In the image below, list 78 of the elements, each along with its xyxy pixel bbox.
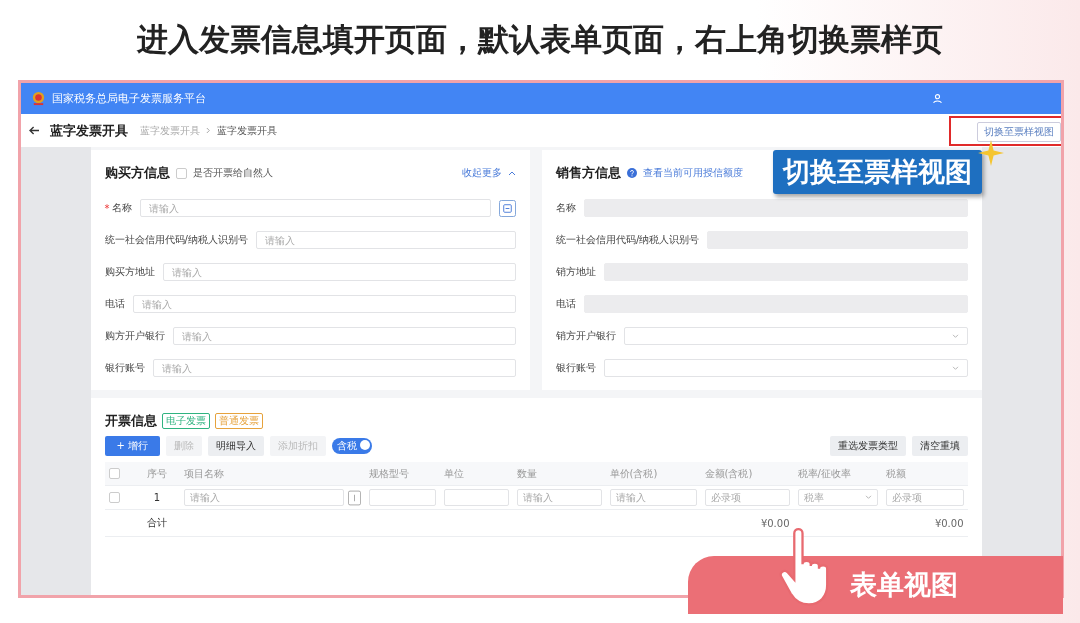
platform-name: 国家税务总局电子发票服务平台	[52, 91, 207, 106]
input-field[interactable]: 请输入	[609, 489, 697, 506]
invoice-tag: 普通发票	[214, 413, 263, 429]
tax-toggle[interactable]: 含税	[332, 438, 373, 454]
invoice-tag: 电子发票	[161, 413, 210, 429]
input-field[interactable]: 请输入	[152, 359, 517, 377]
field-label: 销方地址	[556, 265, 597, 279]
input-field[interactable]: 请输入	[172, 327, 517, 345]
total-tax: ¥0.00	[934, 517, 964, 529]
toolbar-button[interactable]: 重选发票类型	[829, 436, 906, 456]
section-heading: 购买方信息	[104, 164, 170, 182]
input-field[interactable]: 请输入	[255, 231, 517, 249]
column-header: 数量	[515, 466, 538, 481]
sparkle-icon	[978, 140, 1004, 166]
dropdown-icon	[864, 495, 872, 500]
field-label: 统一社会信用代码/纳税人识别号	[104, 233, 248, 247]
toolbar-button[interactable]: + 增行	[104, 436, 161, 456]
checkbox[interactable]	[108, 468, 120, 479]
more-icon[interactable]	[347, 489, 361, 506]
checkbox[interactable]	[108, 492, 120, 503]
column-header: 金额(含税)	[703, 466, 754, 481]
input-field[interactable]: 请输入	[183, 489, 344, 506]
field-label: 名称	[556, 201, 577, 215]
caret-up-icon[interactable]	[508, 170, 517, 176]
select-field[interactable]: 税率	[797, 489, 878, 506]
field-label: 银行账号	[104, 361, 145, 375]
input-field[interactable]: 请输入	[132, 295, 517, 313]
slide-title: 进入发票信息填开页面，默认表单页面，右上角切换票样页	[135, 20, 944, 59]
section-heading: 开票信息	[104, 412, 157, 430]
input-field[interactable]: 请输入	[139, 199, 492, 217]
table-cell: 1	[153, 492, 161, 503]
section-heading: 销售方信息	[556, 164, 622, 182]
breadcrumb-item: 蓝字发票开具	[217, 123, 277, 138]
callout-label: 切换至票样视图	[773, 150, 982, 194]
page-title: 蓝字发票开具	[50, 121, 128, 140]
help-icon[interactable]	[627, 168, 638, 178]
column-header: 单价(含税)	[608, 466, 659, 481]
switch-view-button[interactable]: 切换至票样视图	[977, 121, 1061, 142]
field-label: 名称	[111, 201, 132, 215]
field-label: 统一社会信用代码/纳税人识别号	[556, 233, 700, 247]
total-label: 合计	[147, 516, 168, 530]
total-amount: ¥0.00	[760, 517, 790, 529]
checkbox-label: 是否开票给自然人	[192, 166, 273, 180]
column-header: 税额	[884, 466, 907, 481]
checkbox[interactable]	[175, 167, 187, 179]
breadcrumb-item[interactable]: 蓝字发票开具	[140, 123, 200, 138]
field-label: 电话	[556, 297, 577, 311]
field-label: 购方开户银行	[104, 329, 165, 343]
input-field[interactable]: 必录项	[885, 489, 964, 506]
field-label: 银行账号	[556, 361, 597, 375]
input-field[interactable]: 请输入	[516, 489, 602, 506]
input-field[interactable]	[368, 489, 436, 506]
back-arrow-icon[interactable]	[29, 126, 40, 135]
contact-book-icon[interactable]	[499, 199, 517, 217]
input-field[interactable]: 请输入	[162, 263, 517, 281]
column-header: 规格型号	[367, 466, 410, 481]
column-header: 项目名称	[182, 466, 225, 481]
field-label: 电话	[104, 297, 125, 311]
emblem-icon	[31, 91, 46, 106]
select-field[interactable]	[624, 327, 968, 345]
field-label: 销方开户银行	[556, 329, 617, 343]
required-mark: *	[104, 202, 110, 214]
toolbar-button[interactable]: 明细导入	[208, 436, 265, 456]
user-icon[interactable]	[932, 93, 943, 104]
dropdown-icon	[951, 333, 959, 339]
credit-limit-link[interactable]: 查看当前可用授信额度	[643, 166, 744, 180]
column-header: 序号	[146, 466, 169, 481]
chevron-icon	[206, 127, 211, 134]
toolbar-button[interactable]: 清空重填	[911, 436, 968, 456]
column-header: 税率/征收率	[796, 466, 852, 481]
select-field[interactable]	[604, 359, 968, 377]
input-field[interactable]: 必录项	[704, 489, 790, 506]
collapse-link[interactable]: 收起更多	[462, 166, 503, 180]
input-field[interactable]	[443, 489, 509, 506]
dropdown-icon	[951, 365, 959, 371]
column-header: 单位	[442, 466, 465, 481]
field-label: 购买方地址	[104, 265, 155, 279]
callout-banner: 表单视图	[688, 556, 1063, 614]
